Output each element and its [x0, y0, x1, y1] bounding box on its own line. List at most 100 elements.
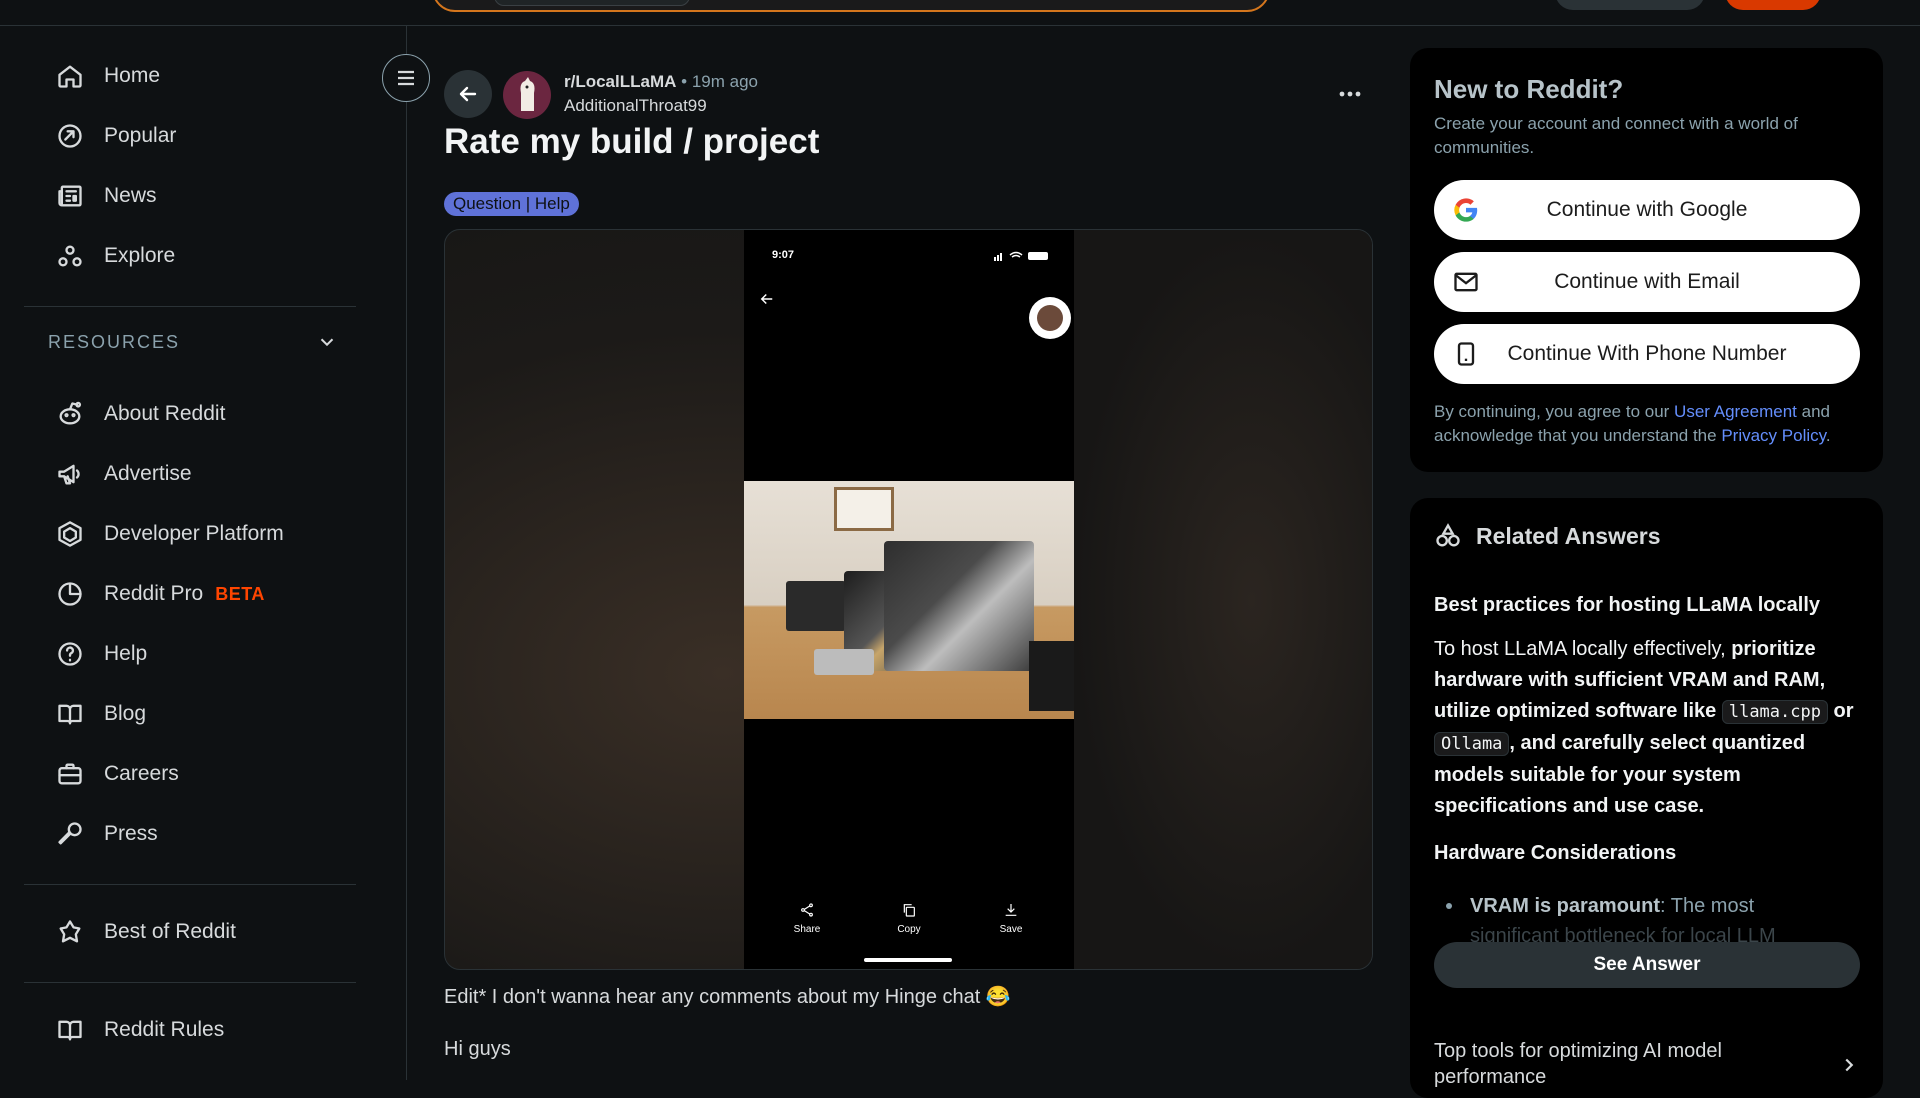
nav-news-label: News	[104, 184, 157, 207]
home-indicator	[864, 958, 952, 962]
phone-icon	[1452, 340, 1480, 368]
nav-help[interactable]: Help	[24, 628, 356, 680]
user-agreement-link[interactable]: User Agreement	[1674, 402, 1797, 421]
nav-careers[interactable]: Careers	[24, 748, 356, 800]
related-answer-text: To host LLaMA locally effectively, prior…	[1434, 634, 1864, 822]
see-answer-button[interactable]: See Answer	[1434, 942, 1860, 988]
top-header	[0, 0, 1920, 26]
media-blur-background	[1072, 230, 1372, 969]
phone-share: Share	[785, 902, 829, 946]
nav-news[interactable]: News	[24, 170, 356, 222]
vram-bullet-bold: VRAM is paramount	[1470, 895, 1661, 917]
microphone-icon	[56, 820, 84, 848]
subreddit-avatar[interactable]	[503, 71, 551, 119]
related-answers-header: Related Answers	[1434, 522, 1661, 550]
gpu-rig-photo	[744, 481, 1074, 719]
get-app-button[interactable]	[1725, 0, 1821, 10]
nav-advertise[interactable]: Advertise	[24, 448, 356, 500]
news-icon	[56, 182, 84, 210]
phone-profile-avatar	[1029, 297, 1071, 339]
continue-google-label: Continue with Google	[1546, 198, 1748, 221]
continue-email-button[interactable]: Continue with Email	[1434, 252, 1860, 312]
nav-advertise-label: Advertise	[104, 462, 192, 485]
reddit-pro-icon	[56, 580, 84, 608]
author-link[interactable]: AdditionalThroat99	[564, 94, 758, 118]
search-chip[interactable]	[494, 0, 690, 6]
signup-description: Create your account and connect with a w…	[1434, 114, 1798, 157]
post-media[interactable]: 9:07 Share Copy Save	[444, 229, 1373, 970]
ellipsis-icon	[1339, 91, 1361, 97]
code-llamacpp: llama.cpp	[1721, 700, 1828, 724]
phone-back-icon	[758, 290, 778, 310]
nav-home[interactable]: Home	[24, 50, 356, 102]
subreddit-link[interactable]: r/LocalLLaMA	[564, 72, 676, 91]
google-icon	[1452, 196, 1480, 224]
phone-status-time: 9:07	[772, 249, 795, 261]
phone-copy: Copy	[887, 902, 931, 946]
llama-logo-icon	[520, 77, 535, 111]
phone-screenshot: 9:07 Share Copy Save	[744, 230, 1074, 969]
nav-popular[interactable]: Popular	[24, 110, 356, 162]
vram-bullet-text: : The most	[1660, 895, 1755, 917]
nav-about-reddit[interactable]: About Reddit	[24, 388, 356, 440]
copy-icon	[903, 904, 915, 917]
nav-reddit-pro[interactable]: Reddit Pro BETA	[24, 568, 356, 620]
related-answers-card: Related Answers Best practices for hosti…	[1410, 498, 1883, 1098]
continue-phone-button[interactable]: Continue With Phone Number	[1434, 324, 1860, 384]
rules-book-icon	[56, 1016, 84, 1044]
chevron-right-icon[interactable]	[1838, 1054, 1862, 1078]
hamburger-icon	[398, 70, 414, 86]
related-next-question[interactable]: Top tools for optimizing AI model perfor…	[1434, 1038, 1834, 1090]
left-sidebar: Home Popular News Explore RESOURCES Abou…	[0, 26, 407, 1080]
developer-platform-icon	[56, 520, 84, 548]
nav-explore[interactable]: Explore	[24, 230, 356, 282]
meta-separator: •	[681, 72, 688, 91]
resources-toggle[interactable]: RESOURCES	[48, 326, 338, 358]
phone-action-bar: Share Copy Save	[744, 902, 1074, 946]
privacy-policy-link[interactable]: Privacy Policy	[1721, 426, 1826, 445]
share-icon	[801, 903, 813, 917]
phone-copy-label: Copy	[897, 924, 921, 935]
nav-explore-label: Explore	[104, 244, 176, 267]
home-icon	[56, 62, 84, 90]
download-icon	[1005, 904, 1017, 916]
legal-notice: By continuing, you agree to our User Agr…	[1434, 400, 1864, 448]
continue-google-button[interactable]: Continue with Google	[1434, 180, 1860, 240]
post-flair[interactable]: Question | Help	[444, 192, 579, 216]
nav-about-reddit-label: About Reddit	[104, 402, 226, 425]
nav-press-label: Press	[104, 822, 158, 845]
legal-prefix: By continuing, you agree to our	[1434, 402, 1675, 421]
nav-press[interactable]: Press	[24, 808, 356, 860]
nav-popular-label: Popular	[104, 124, 177, 147]
answer-bold-2: or	[1827, 700, 1854, 722]
blog-icon	[56, 700, 84, 728]
signup-title: New to Reddit?	[1434, 74, 1624, 104]
more-options-button[interactable]	[1326, 78, 1374, 110]
legal-suffix: .	[1825, 426, 1831, 445]
nav-developer-platform[interactable]: Developer Platform	[24, 508, 356, 560]
code-ollama: Ollama	[1434, 732, 1510, 756]
nav-blog-label: Blog	[104, 702, 147, 725]
resources-heading: RESOURCES	[48, 331, 181, 352]
arrow-left-icon	[459, 86, 477, 102]
phone-status-bar: 9:07	[772, 249, 1052, 265]
signup-card: New to Reddit? Create your account and c…	[1410, 48, 1883, 472]
battery-signal-icon	[994, 251, 1048, 261]
related-answers-heading: Related Answers	[1476, 522, 1661, 549]
briefcase-icon	[56, 760, 84, 788]
answer-intro: To host LLaMA locally effectively,	[1434, 638, 1732, 660]
nav-blog[interactable]: Blog	[24, 688, 356, 740]
phone-save-label: Save	[999, 924, 1023, 935]
continue-phone-label: Continue With Phone Number	[1507, 342, 1787, 365]
nav-reddit-rules[interactable]: Reddit Rules	[24, 1004, 356, 1056]
nav-help-label: Help	[104, 642, 148, 665]
post-meta: r/LocalLLaMA • 19m ago AdditionalThroat9…	[564, 70, 758, 118]
nav-best-of-reddit[interactable]: Best of Reddit	[24, 906, 356, 958]
collapse-sidebar-button[interactable]	[382, 54, 430, 102]
best-of-reddit-icon	[56, 918, 84, 946]
post-time: 19m ago	[691, 72, 758, 91]
megaphone-icon	[56, 460, 84, 488]
login-button[interactable]	[1555, 0, 1705, 10]
chevron-down-icon	[320, 338, 334, 347]
back-button[interactable]	[444, 70, 492, 118]
